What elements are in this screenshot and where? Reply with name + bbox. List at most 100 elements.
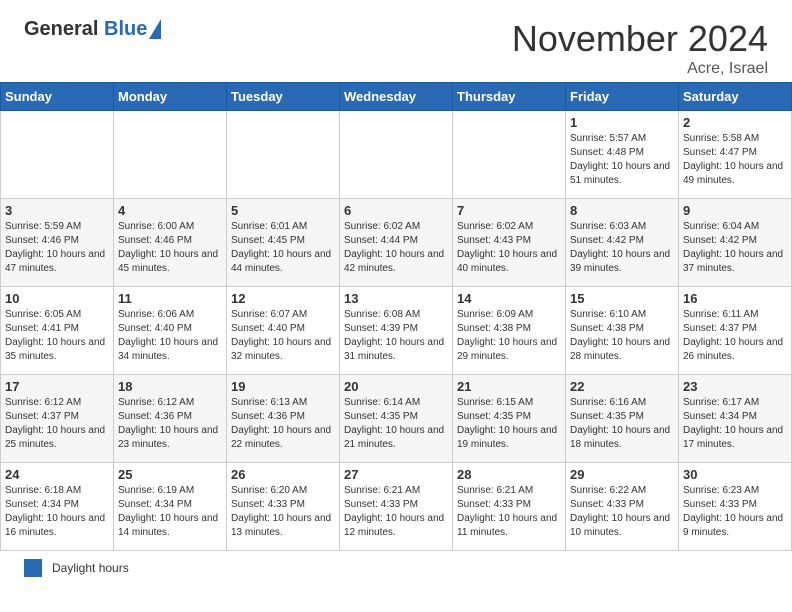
weekday-header: Friday: [566, 83, 679, 111]
location: Acre, Israel: [512, 60, 768, 78]
calendar-cell: [114, 111, 227, 199]
day-number: 27: [344, 467, 448, 482]
day-info: Sunrise: 6:03 AM Sunset: 4:42 PM Dayligh…: [570, 220, 674, 276]
weekday-header: Saturday: [679, 83, 792, 111]
calendar-cell: 9 Sunrise: 6:04 AM Sunset: 4:42 PM Daylig…: [679, 199, 792, 287]
calendar-cell: 24Sunrise: 6:18 AM Sunset: 4:34 PM Dayli…: [1, 463, 114, 551]
day-number: 26: [231, 467, 335, 482]
day-info: Sunrise: 6:09 AM Sunset: 4:38 PM Dayligh…: [457, 308, 561, 364]
weekday-header: Monday: [114, 83, 227, 111]
day-number: 16: [683, 291, 787, 306]
day-info: Sunrise: 6:17 AM Sunset: 4:34 PM Dayligh…: [683, 396, 787, 452]
calendar-cell: 30 Sunrise: 6:23 AM Sunset: 4:33 PM Dayli…: [679, 463, 792, 551]
calendar-cell: 25 Sunrise: 6:19 AM Sunset: 4:34 PM Dayli…: [114, 463, 227, 551]
day-number: 11: [118, 291, 222, 306]
day-number: 14: [457, 291, 561, 306]
weekday-header: Wednesday: [340, 83, 453, 111]
day-info: Sunrise: 6:05 AM Sunset: 4:41 PM Dayligh…: [5, 308, 109, 364]
footer: Daylight hours: [0, 551, 792, 581]
day-info: Sunrise: 6:11 AM Sunset: 4:37 PM Dayligh…: [683, 308, 787, 364]
day-number: 3: [5, 203, 109, 218]
day-number: 20: [344, 379, 448, 394]
day-info: Sunrise: 6:08 AM Sunset: 4:39 PM Dayligh…: [344, 308, 448, 364]
calendar-cell: 17 Sunrise: 6:12 AM Sunset: 4:37 PM Dayli…: [1, 375, 114, 463]
calendar-cell: 29Sunrise: 6:22 AM Sunset: 4:33 PM Dayli…: [566, 463, 679, 551]
calendar-cell: 7 Sunrise: 6:02 AM Sunset: 4:43 PM Daylig…: [453, 199, 566, 287]
day-number: 18: [118, 379, 222, 394]
calendar-cell: 6Sunrise: 6:02 AM Sunset: 4:44 PM Daylig…: [340, 199, 453, 287]
day-info: Sunrise: 6:16 AM Sunset: 4:35 PM Dayligh…: [570, 396, 674, 452]
day-number: 13: [344, 291, 448, 306]
day-info: Sunrise: 5:57 AM Sunset: 4:48 PM Dayligh…: [570, 132, 674, 188]
day-info: Sunrise: 6:21 AM Sunset: 4:33 PM Dayligh…: [457, 484, 561, 540]
day-info: Sunrise: 5:59 AM Sunset: 4:46 PM Dayligh…: [5, 220, 109, 276]
day-number: 8: [570, 203, 674, 218]
calendar-cell: 16 Sunrise: 6:11 AM Sunset: 4:37 PM Dayli…: [679, 287, 792, 375]
day-number: 1: [570, 115, 674, 130]
calendar-cell: [1, 111, 114, 199]
day-number: 7: [457, 203, 561, 218]
day-number: 28: [457, 467, 561, 482]
calendar-cell: 28 Sunrise: 6:21 AM Sunset: 4:33 PM Dayli…: [453, 463, 566, 551]
day-number: 2: [683, 115, 787, 130]
day-info: Sunrise: 6:23 AM Sunset: 4:33 PM Dayligh…: [683, 484, 787, 540]
day-info: Sunrise: 6:02 AM Sunset: 4:43 PM Dayligh…: [457, 220, 561, 276]
day-info: Sunrise: 6:04 AM Sunset: 4:42 PM Dayligh…: [683, 220, 787, 276]
calendar-cell: 27 Sunrise: 6:21 AM Sunset: 4:33 PM Dayli…: [340, 463, 453, 551]
day-number: 30: [683, 467, 787, 482]
calendar-cell: 18Sunrise: 6:12 AM Sunset: 4:36 PM Dayli…: [114, 375, 227, 463]
calendar-cell: 3 Sunrise: 5:59 AM Sunset: 4:46 PM Daylig…: [1, 199, 114, 287]
calendar-cell: 12 Sunrise: 6:07 AM Sunset: 4:40 PM Dayli…: [227, 287, 340, 375]
day-number: 24: [5, 467, 109, 482]
weekday-header: Tuesday: [227, 83, 340, 111]
calendar-cell: 1 Sunrise: 5:57 AM Sunset: 4:48 PM Daylig…: [566, 111, 679, 199]
day-info: Sunrise: 6:01 AM Sunset: 4:45 PM Dayligh…: [231, 220, 335, 276]
calendar-cell: 2 Sunrise: 5:58 AM Sunset: 4:47 PM Daylig…: [679, 111, 792, 199]
title-block: November 2024 Acre, Israel: [512, 18, 768, 78]
logo-blue: Blue: [104, 18, 147, 40]
legend-label: Daylight hours: [52, 561, 129, 575]
calendar-table: SundayMondayTuesdayWednesdayThursdayFrid…: [0, 82, 792, 551]
calendar-cell: 11Sunrise: 6:06 AM Sunset: 4:40 PM Dayli…: [114, 287, 227, 375]
month-title: November 2024: [512, 18, 768, 60]
day-info: Sunrise: 6:13 AM Sunset: 4:36 PM Dayligh…: [231, 396, 335, 452]
day-number: 12: [231, 291, 335, 306]
day-number: 21: [457, 379, 561, 394]
day-info: Sunrise: 6:12 AM Sunset: 4:37 PM Dayligh…: [5, 396, 109, 452]
day-info: Sunrise: 6:21 AM Sunset: 4:33 PM Dayligh…: [344, 484, 448, 540]
day-number: 9: [683, 203, 787, 218]
calendar-cell: 10 Sunrise: 6:05 AM Sunset: 4:41 PM Dayli…: [1, 287, 114, 375]
calendar-cell: 5 Sunrise: 6:01 AM Sunset: 4:45 PM Daylig…: [227, 199, 340, 287]
logo: General Blue: [24, 18, 161, 40]
weekday-header: Sunday: [1, 83, 114, 111]
logo-icon: [149, 19, 161, 39]
day-info: Sunrise: 5:58 AM Sunset: 4:47 PM Dayligh…: [683, 132, 787, 188]
calendar-cell: 22 Sunrise: 6:16 AM Sunset: 4:35 PM Dayli…: [566, 375, 679, 463]
calendar-cell: 26Sunrise: 6:20 AM Sunset: 4:33 PM Dayli…: [227, 463, 340, 551]
calendar-cell: 14 Sunrise: 6:09 AM Sunset: 4:38 PM Dayli…: [453, 287, 566, 375]
day-number: 4: [118, 203, 222, 218]
calendar-cell: 15 Sunrise: 6:10 AM Sunset: 4:38 PM Dayli…: [566, 287, 679, 375]
day-number: 25: [118, 467, 222, 482]
day-number: 29: [570, 467, 674, 482]
day-info: Sunrise: 6:07 AM Sunset: 4:40 PM Dayligh…: [231, 308, 335, 364]
day-info: Sunrise: 6:19 AM Sunset: 4:34 PM Dayligh…: [118, 484, 222, 540]
day-number: 5: [231, 203, 335, 218]
calendar-cell: 19 Sunrise: 6:13 AM Sunset: 4:36 PM Dayli…: [227, 375, 340, 463]
day-info: Sunrise: 6:15 AM Sunset: 4:35 PM Dayligh…: [457, 396, 561, 452]
calendar-cell: 8 Sunrise: 6:03 AM Sunset: 4:42 PM Daylig…: [566, 199, 679, 287]
day-number: 19: [231, 379, 335, 394]
weekday-header: Thursday: [453, 83, 566, 111]
day-info: Sunrise: 6:10 AM Sunset: 4:38 PM Dayligh…: [570, 308, 674, 364]
day-number: 15: [570, 291, 674, 306]
day-info: Sunrise: 6:00 AM Sunset: 4:46 PM Dayligh…: [118, 220, 222, 276]
day-number: 17: [5, 379, 109, 394]
calendar-cell: [227, 111, 340, 199]
day-number: 10: [5, 291, 109, 306]
day-number: 22: [570, 379, 674, 394]
day-info: Sunrise: 6:14 AM Sunset: 4:35 PM Dayligh…: [344, 396, 448, 452]
calendar-cell: 4 Sunrise: 6:00 AM Sunset: 4:46 PM Daylig…: [114, 199, 227, 287]
logo-general: General: [24, 18, 98, 40]
calendar-cell: [453, 111, 566, 199]
calendar-cell: 21 Sunrise: 6:15 AM Sunset: 4:35 PM Dayli…: [453, 375, 566, 463]
